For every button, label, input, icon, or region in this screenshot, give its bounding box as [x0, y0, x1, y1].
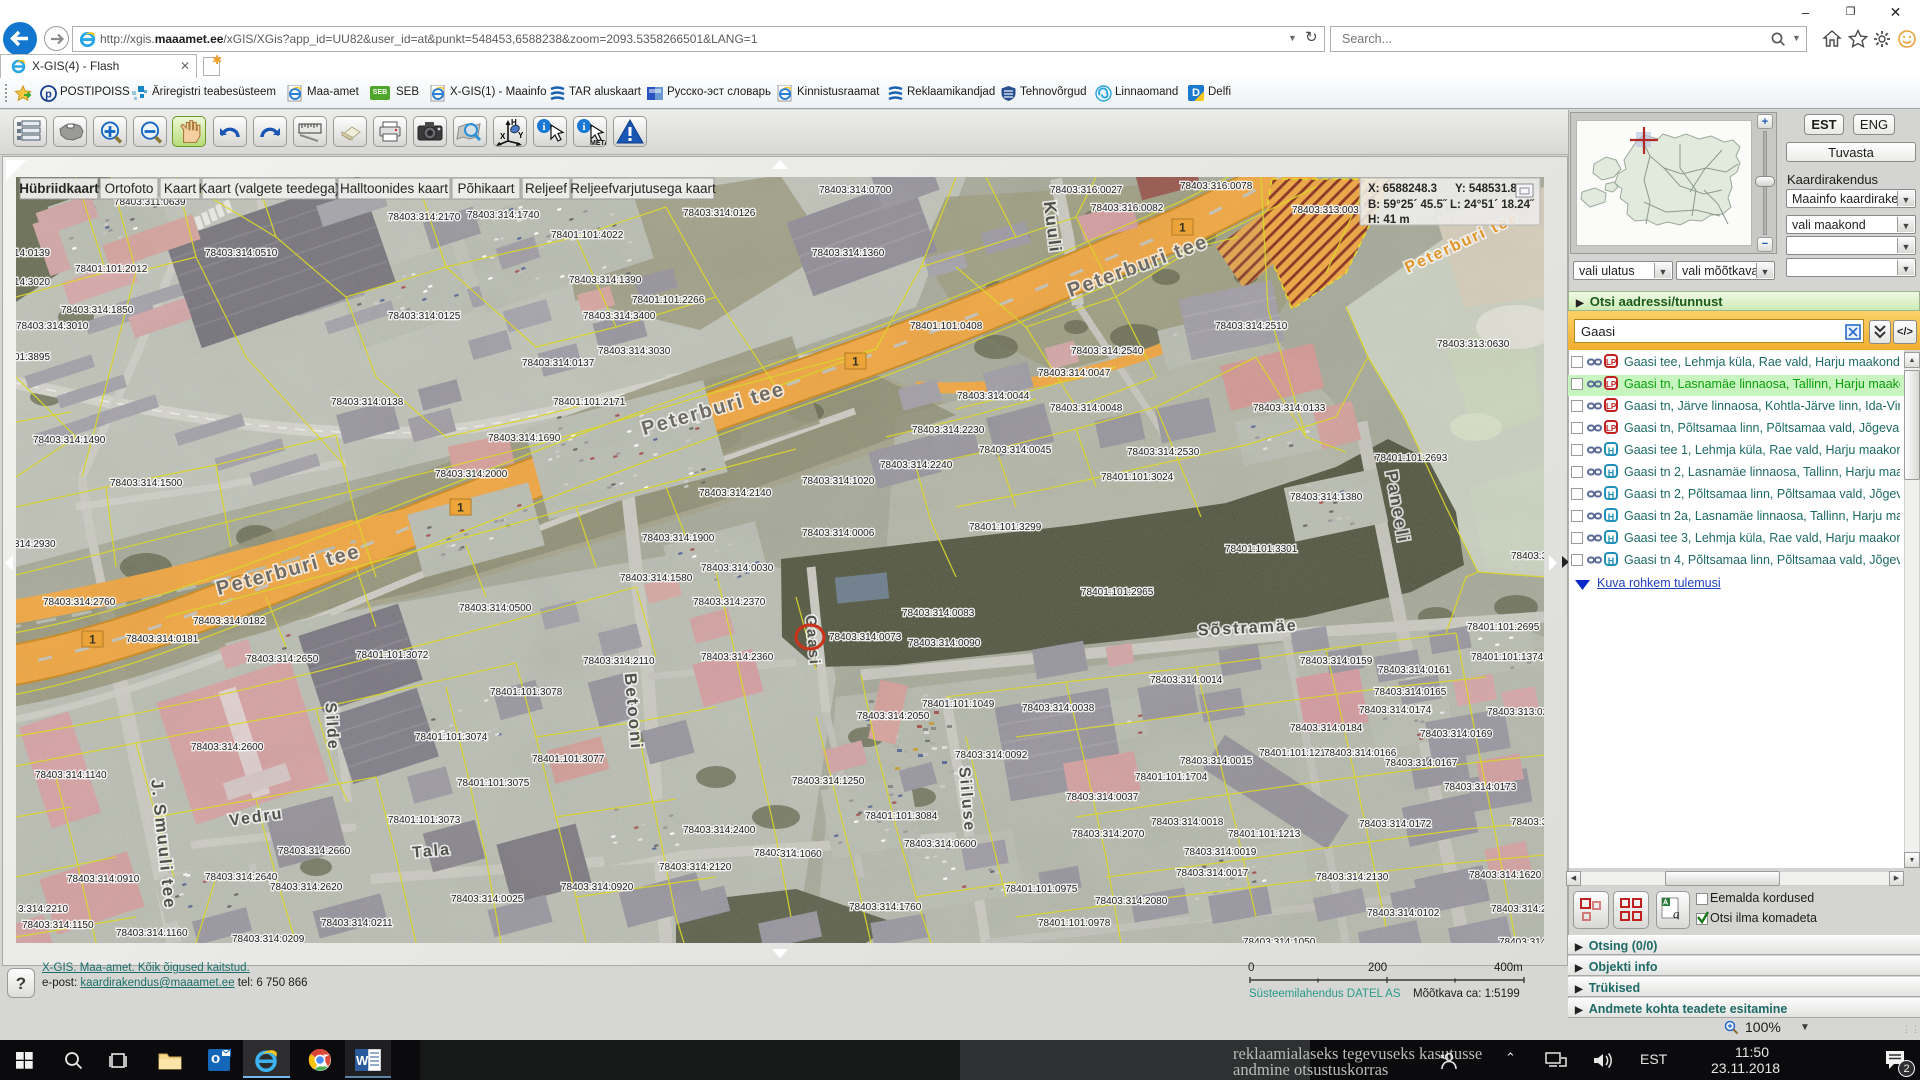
svg-text:X: X — [500, 132, 506, 141]
svg-text:i: i — [582, 121, 585, 133]
svg-text:META: META — [590, 140, 606, 146]
svg-text:i: i — [542, 121, 545, 133]
svg-text:Y: Y — [518, 131, 524, 140]
svg-text:p: p — [45, 89, 52, 101]
